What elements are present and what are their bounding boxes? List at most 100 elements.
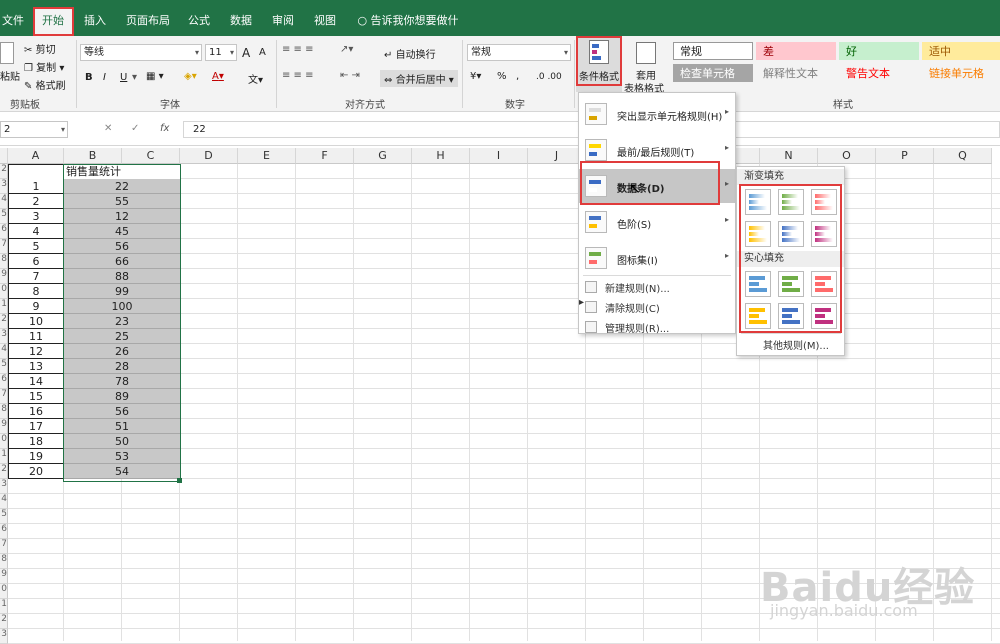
cf-menu-item[interactable]: 最前/最后规则(T) ▸ bbox=[579, 133, 735, 167]
index-cell[interactable]: 18 bbox=[8, 434, 64, 449]
value-cell[interactable]: 78 bbox=[64, 374, 180, 389]
cut-button[interactable]: ✂ 剪切 bbox=[24, 41, 56, 56]
column-header[interactable]: H bbox=[412, 148, 470, 164]
align-top-icon[interactable]: ≡ ≡ ≡ bbox=[282, 44, 314, 55]
solid-data-bar-option[interactable] bbox=[811, 271, 837, 297]
value-cell[interactable]: 55 bbox=[64, 194, 180, 209]
gradient-data-bar-option[interactable] bbox=[745, 221, 771, 247]
row-header[interactable]: 2 bbox=[0, 464, 8, 479]
row-header[interactable]: 0 bbox=[0, 584, 8, 599]
grow-font-button[interactable]: A bbox=[242, 46, 250, 60]
row-header[interactable]: 6 bbox=[0, 224, 8, 239]
column-header[interactable]: C bbox=[122, 148, 180, 164]
confirm-icon[interactable]: ✓ bbox=[131, 123, 139, 134]
index-cell[interactable]: 10 bbox=[8, 314, 64, 329]
index-cell[interactable]: 2 bbox=[8, 194, 64, 209]
index-cell[interactable]: 11 bbox=[8, 329, 64, 344]
cell-style-item[interactable]: 好 bbox=[839, 42, 919, 60]
number-format-combo[interactable]: 常规 ▾ bbox=[467, 44, 571, 61]
gradient-data-bar-option[interactable] bbox=[778, 189, 804, 215]
shrink-font-button[interactable]: A bbox=[259, 47, 266, 58]
font-color-button[interactable]: A▾ bbox=[212, 71, 224, 82]
column-header[interactable]: N bbox=[760, 148, 818, 164]
row-header[interactable]: 6 bbox=[0, 524, 8, 539]
row-header[interactable]: 0 bbox=[0, 434, 8, 449]
comma-button[interactable]: , bbox=[516, 71, 519, 82]
row-header[interactable]: 2 bbox=[0, 314, 8, 329]
cell-style-item[interactable]: 适中 bbox=[922, 42, 1000, 60]
row-header[interactable]: 2 bbox=[0, 164, 8, 179]
column-header[interactable]: E bbox=[238, 148, 296, 164]
value-cell[interactable]: 89 bbox=[64, 389, 180, 404]
row-header[interactable]: 7 bbox=[0, 539, 8, 554]
cf-menu-item[interactable]: 数据条(D) ▸ bbox=[579, 169, 735, 203]
solid-data-bar-option[interactable] bbox=[811, 303, 837, 329]
index-cell[interactable]: 1 bbox=[8, 179, 64, 194]
value-cell[interactable]: 53 bbox=[64, 449, 180, 464]
paste-icon[interactable] bbox=[0, 42, 14, 64]
currency-icon[interactable]: ¥▾ bbox=[470, 71, 481, 82]
solid-data-bar-option[interactable] bbox=[745, 303, 771, 329]
cell-style-item[interactable]: 检查单元格 bbox=[673, 64, 753, 82]
row-header[interactable]: 8 bbox=[0, 554, 8, 569]
value-cell[interactable]: 88 bbox=[64, 269, 180, 284]
name-box[interactable]: 2 ▾ bbox=[0, 121, 68, 138]
index-cell[interactable]: 20 bbox=[8, 464, 64, 479]
cell-style-item[interactable]: 警告文本 bbox=[839, 64, 919, 82]
row-header[interactable]: 8 bbox=[0, 254, 8, 269]
tell-me-box[interactable]: ○ 告诉我你想要做什么 bbox=[352, 10, 464, 49]
index-cell[interactable]: 19 bbox=[8, 449, 64, 464]
gradient-data-bar-option[interactable] bbox=[745, 189, 771, 215]
tab-file[interactable]: 文件 bbox=[0, 10, 26, 36]
cf-menu-small-item[interactable]: 新建规则(N)... bbox=[579, 277, 735, 297]
value-cell[interactable]: 56 bbox=[64, 239, 180, 254]
column-header[interactable]: G bbox=[354, 148, 412, 164]
index-cell[interactable]: 8 bbox=[8, 284, 64, 299]
value-cell[interactable]: 12 bbox=[64, 209, 180, 224]
font-size-combo[interactable]: 11 ▾ bbox=[205, 44, 237, 61]
chevron-down-icon[interactable]: ▾ bbox=[132, 72, 137, 83]
tab-data[interactable]: 数据 bbox=[224, 10, 258, 36]
row-header[interactable]: 4 bbox=[0, 494, 8, 509]
merge-center-button[interactable]: ⇔ 合并后居中 ▾ bbox=[380, 70, 458, 87]
value-cell[interactable]: 28 bbox=[64, 359, 180, 374]
gradient-data-bar-option[interactable] bbox=[811, 221, 837, 247]
row-header[interactable]: 9 bbox=[0, 269, 8, 284]
indent-icon[interactable]: ⇤ ⇥ bbox=[340, 70, 360, 81]
cell-style-item[interactable]: 链接单元格 bbox=[922, 64, 1000, 82]
value-cell[interactable]: 26 bbox=[64, 344, 180, 359]
column-header[interactable]: P bbox=[876, 148, 934, 164]
row-header[interactable]: 3 bbox=[0, 479, 8, 494]
row-header[interactable]: 0 bbox=[0, 284, 8, 299]
more-rules-item[interactable]: 其他规则(M)... bbox=[763, 337, 829, 352]
cf-menu-item[interactable]: 色阶(S) ▸ bbox=[579, 205, 735, 239]
percent-button[interactable]: % bbox=[497, 71, 507, 82]
conditional-format-button[interactable]: 条件格式 bbox=[576, 36, 622, 92]
fill-handle[interactable] bbox=[177, 478, 182, 483]
row-header[interactable]: 1 bbox=[0, 599, 8, 614]
fill-color-icon[interactable]: ◈▾ bbox=[184, 71, 197, 82]
tab-home[interactable]: 开始 bbox=[34, 9, 72, 36]
cf-menu-small-item[interactable]: 管理规则(R)... bbox=[579, 317, 735, 337]
column-header[interactable]: I bbox=[470, 148, 528, 164]
gradient-data-bar-option[interactable] bbox=[811, 189, 837, 215]
index-cell[interactable]: 13 bbox=[8, 359, 64, 374]
value-cell[interactable]: 50 bbox=[64, 434, 180, 449]
cell-a1[interactable] bbox=[8, 164, 64, 179]
italic-button[interactable]: I bbox=[103, 72, 106, 83]
select-all-corner[interactable] bbox=[0, 148, 8, 164]
column-header[interactable]: D bbox=[180, 148, 238, 164]
value-cell[interactable]: 23 bbox=[64, 314, 180, 329]
index-cell[interactable]: 12 bbox=[8, 344, 64, 359]
row-header[interactable]: 3 bbox=[0, 179, 8, 194]
font-name-combo[interactable]: 等线 ▾ bbox=[80, 44, 202, 61]
row-header[interactable]: 2 bbox=[0, 614, 8, 629]
format-painter-button[interactable]: ✎ 格式刷 bbox=[24, 77, 66, 92]
row-header[interactable]: 7 bbox=[0, 389, 8, 404]
row-header[interactable]: 9 bbox=[0, 569, 8, 584]
row-header[interactable]: 3 bbox=[0, 629, 8, 644]
value-cell[interactable]: 100 bbox=[64, 299, 180, 314]
border-icon[interactable]: ▦ ▾ bbox=[146, 71, 164, 82]
cf-menu-small-item[interactable]: 清除规则(C) ▸ bbox=[579, 297, 735, 317]
tab-view[interactable]: 视图 bbox=[308, 10, 342, 36]
